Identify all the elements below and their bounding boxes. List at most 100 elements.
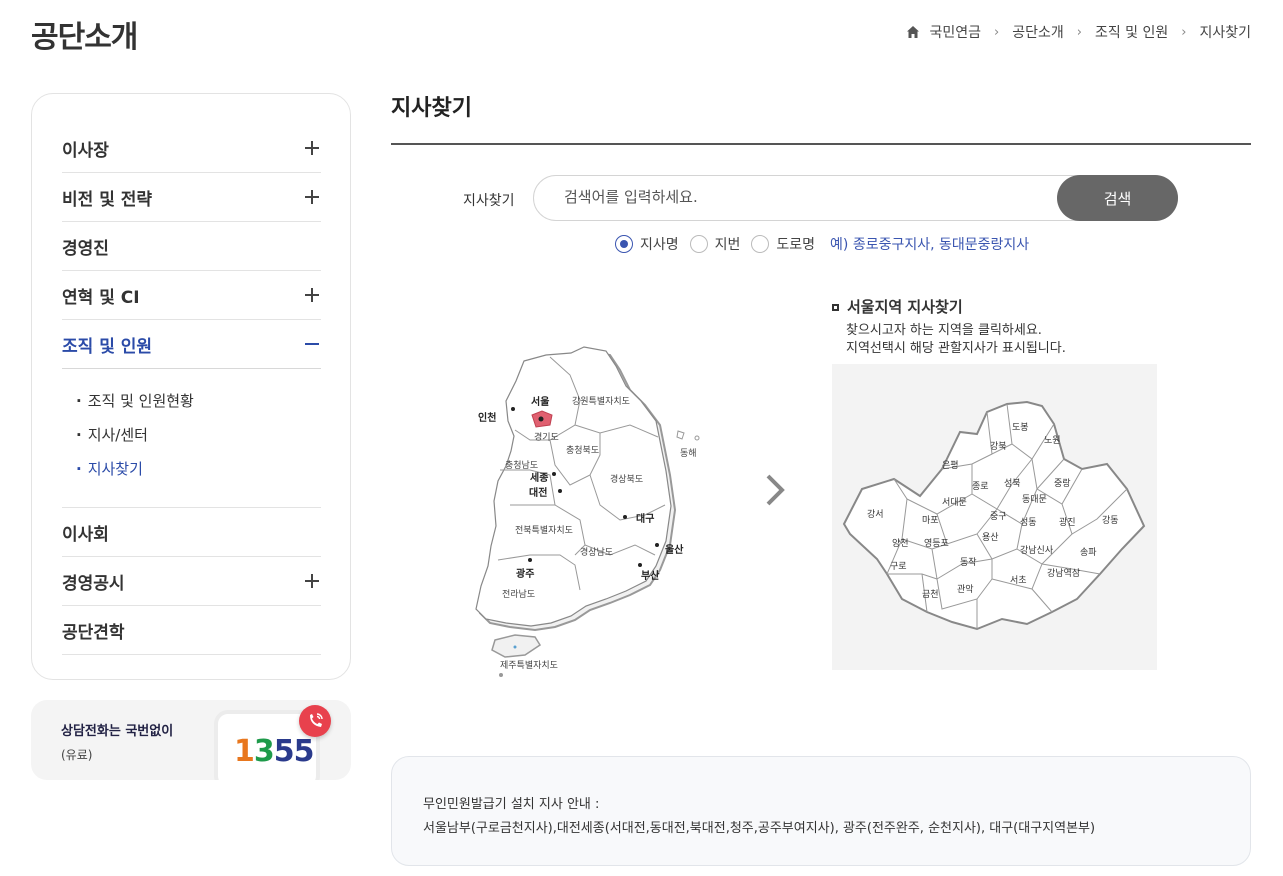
- bullet-square-icon: [832, 304, 839, 311]
- plus-icon[interactable]: [305, 574, 319, 588]
- radio-road-name[interactable]: [751, 235, 770, 253]
- svg-text:강남신사: 강남신사: [1020, 545, 1054, 556]
- phone-number: 1355: [234, 734, 314, 769]
- svg-text:대구: 대구: [636, 512, 654, 525]
- svg-text:대전: 대전: [529, 486, 547, 499]
- svg-text:중구: 중구: [990, 511, 1007, 522]
- kiosk-notice: 무인민원발급기 설치 지사 안내 : 서울남부(구로금천지사),대전세종(서대전…: [391, 756, 1251, 866]
- svg-text:마포: 마포: [922, 515, 939, 526]
- svg-text:관악: 관악: [957, 583, 974, 595]
- sidebar-item-vision[interactable]: 비전 및 전략: [62, 173, 321, 222]
- call-label: 상담전화는 국번없이: [61, 724, 174, 739]
- svg-text:세종: 세종: [530, 471, 548, 484]
- svg-text:서대문: 서대문: [942, 497, 967, 508]
- radio-branch-name[interactable]: [615, 235, 633, 253]
- radio-label[interactable]: 지사명: [640, 234, 679, 254]
- radio-lot-number[interactable]: [689, 235, 708, 253]
- sidebar-item-label: 공단견학: [62, 622, 125, 643]
- seoul-map[interactable]: 도봉 노원 강북 은평 성북 중랑 종로 동대문 서대문 강서 마포 중구 성동…: [832, 364, 1157, 670]
- svg-text:성동: 성동: [1020, 517, 1037, 528]
- svg-text:서울: 서울: [531, 395, 549, 408]
- plus-icon[interactable]: [305, 288, 319, 302]
- sidebar-item-label: 연혁 및 CI: [62, 287, 140, 308]
- svg-text:양천: 양천: [892, 538, 909, 549]
- svg-text:중랑: 중랑: [1054, 477, 1071, 489]
- seoul-instructions: 찾으시고자 하는 지역을 클릭하세요. 지역선택시 해당 관할지사가 표시됩니다…: [846, 323, 1066, 356]
- submenu-item-status[interactable]: 조직 및 인원현황: [76, 389, 321, 423]
- radio-label[interactable]: 도로명: [776, 234, 815, 254]
- svg-text:광진: 광진: [1059, 516, 1076, 528]
- breadcrumb-item[interactable]: 지사찾기: [1199, 22, 1251, 42]
- call-paid-note: (유료): [61, 748, 93, 762]
- svg-text:강북: 강북: [990, 441, 1007, 452]
- page-title: 공단소개: [31, 20, 138, 55]
- svg-text:강남역삼: 강남역삼: [1047, 568, 1080, 579]
- content-title: 지사찾기: [391, 96, 472, 121]
- search-box: 검색: [533, 175, 1178, 221]
- notice-title: 무인민원발급기 설치 지사 안내 :: [423, 797, 600, 812]
- search-button[interactable]: 검색: [1057, 175, 1178, 221]
- svg-text:동해: 동해: [680, 448, 697, 459]
- breadcrumb-item[interactable]: 조직 및 인원: [1095, 22, 1168, 42]
- svg-text:전라남도: 전라남도: [502, 589, 535, 600]
- seoul-section-heading: 서울지역 지사찾기: [832, 296, 963, 317]
- svg-text:영등포: 영등포: [924, 538, 949, 549]
- svg-text:전북특별자치도: 전북특별자치도: [515, 524, 573, 536]
- svg-text:경기도: 경기도: [534, 431, 559, 443]
- chevron-right-icon: ›: [994, 24, 1000, 40]
- korea-map[interactable]: 강원특별자치도 경기도 충청북도 충청남도 경상북도 전북특별자치도 경상남도 …: [470, 345, 710, 685]
- home-icon[interactable]: [906, 25, 920, 39]
- phone-icon: [299, 705, 331, 737]
- svg-text:노원: 노원: [1044, 435, 1061, 446]
- breadcrumb-item[interactable]: 공단소개: [1012, 22, 1064, 42]
- search-example: 예) 종로중구지사, 동대문중랑지사: [830, 237, 1030, 253]
- svg-text:광주: 광주: [516, 568, 534, 580]
- plus-icon[interactable]: [305, 190, 319, 204]
- sidebar-menu: 이사장 비전 및 전략 경영진 연혁 및 CI 조직 및 인원 조직 및 인원현…: [62, 124, 321, 655]
- minus-icon[interactable]: [305, 337, 319, 351]
- sidebar-item-chairman[interactable]: 이사장: [62, 124, 321, 173]
- sidebar-submenu: 조직 및 인원현황 지사/센터 지사찾기: [62, 369, 321, 508]
- svg-text:울산: 울산: [665, 543, 684, 556]
- svg-text:금천: 금천: [922, 589, 939, 600]
- svg-text:서초: 서초: [1010, 575, 1027, 586]
- chevron-right-icon: ›: [1181, 24, 1187, 40]
- sidebar-item-label: 비전 및 전략: [62, 189, 153, 210]
- breadcrumb-item[interactable]: 국민연금: [929, 22, 981, 42]
- svg-text:제주특별자치도: 제주특별자치도: [500, 659, 558, 671]
- sidebar-item-label: 경영공시: [62, 573, 125, 594]
- sidebar-item-tour[interactable]: 공단견학: [62, 606, 321, 655]
- svg-text:강동: 강동: [1102, 515, 1119, 526]
- svg-text:충청남도: 충청남도: [505, 460, 538, 471]
- svg-text:동대문: 동대문: [1022, 494, 1047, 505]
- svg-text:도봉: 도봉: [1012, 422, 1029, 433]
- sidebar-item-disclosure[interactable]: 경영공시: [62, 557, 321, 606]
- sidebar-item-label: 이사회: [62, 524, 109, 545]
- sidebar-item-label: 이사장: [62, 140, 109, 161]
- svg-text:은평: 은평: [942, 460, 959, 471]
- svg-text:인천: 인천: [478, 411, 496, 424]
- plus-icon[interactable]: [305, 141, 319, 155]
- title-divider: [391, 143, 1251, 145]
- svg-text:용산: 용산: [982, 532, 999, 543]
- svg-text:성북: 성북: [1004, 478, 1021, 489]
- submenu-item-find-branch[interactable]: 지사찾기: [76, 457, 321, 491]
- sidebar-item-organization[interactable]: 조직 및 인원: [62, 320, 321, 369]
- svg-text:구로: 구로: [890, 561, 907, 572]
- sidebar-item-board[interactable]: 이사회: [62, 508, 321, 557]
- svg-text:송파: 송파: [1080, 547, 1097, 558]
- svg-text:종로: 종로: [972, 481, 989, 492]
- svg-text:동작: 동작: [960, 557, 977, 568]
- search-input[interactable]: [564, 188, 1044, 206]
- svg-text:충청북도: 충청북도: [566, 445, 599, 456]
- notice-body: 서울남부(구로금천지사),대전세종(서대전,동대전,북대전,청주,공주부여지사)…: [423, 821, 1096, 836]
- radio-label[interactable]: 지번: [715, 234, 741, 254]
- seoul-map-panel: 도봉 노원 강북 은평 성북 중랑 종로 동대문 서대문 강서 마포 중구 성동…: [832, 364, 1157, 670]
- sidebar-item-label: 조직 및 인원: [62, 336, 153, 357]
- submenu-item-branch-center[interactable]: 지사/센터: [76, 423, 321, 457]
- sidebar-item-history[interactable]: 연혁 및 CI: [62, 271, 321, 320]
- call-center-banner[interactable]: 상담전화는 국번없이 (유료) 1355: [31, 700, 351, 780]
- svg-text:부산: 부산: [641, 569, 660, 582]
- sidebar-item-executives[interactable]: 경영진: [62, 222, 321, 271]
- svg-text:경상남도: 경상남도: [580, 546, 613, 558]
